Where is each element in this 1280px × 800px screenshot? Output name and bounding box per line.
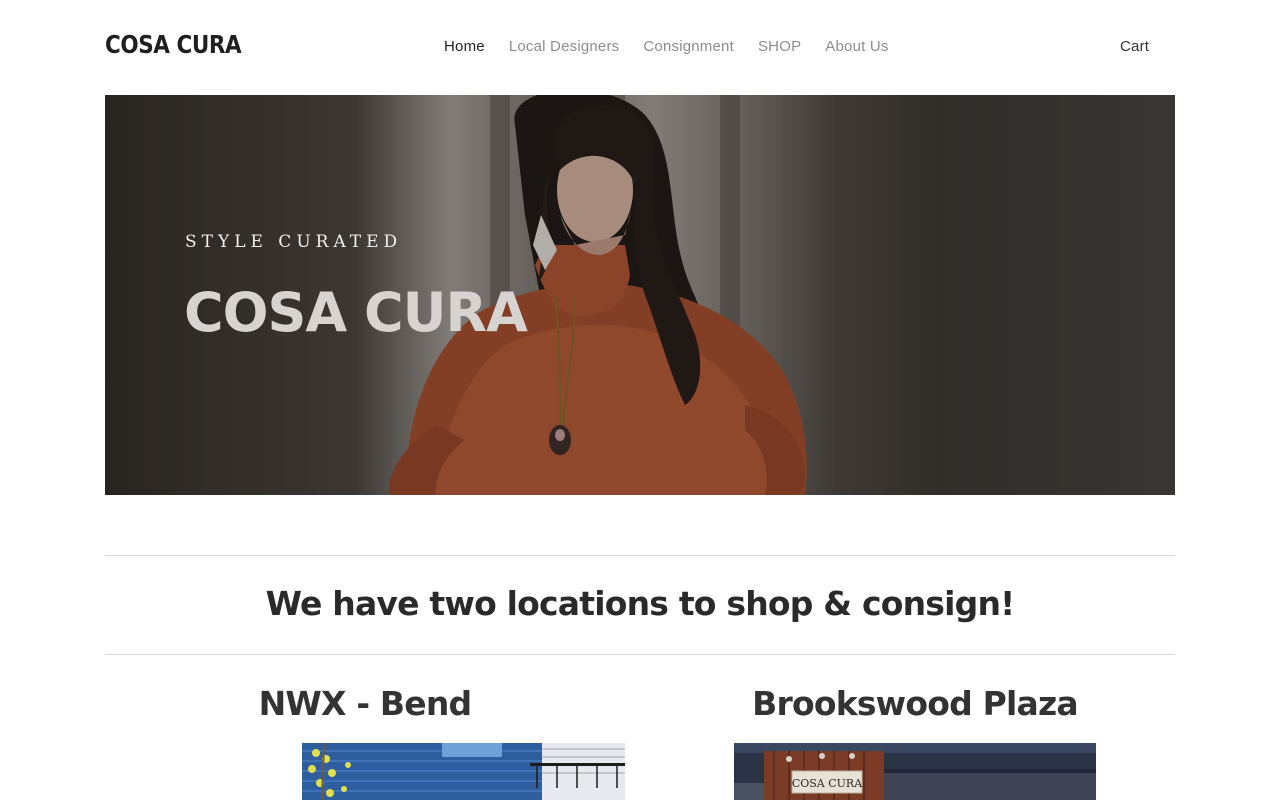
nav-item-local-designers[interactable]: Local Designers [509,38,620,55]
hero-banner: STYLE CURATED COSA CURA [105,95,1175,495]
hero-eyebrow: STYLE CURATED [185,232,403,252]
nav-item-consignment[interactable]: Consignment [643,38,734,55]
hero-title: COSA CURA [184,281,528,344]
page: COSA CURA Home Local Designers Consignme… [0,0,1280,800]
locations-heading: We have two locations to shop & consign! [265,584,1016,623]
location-title-brookswood: Brookswood Plaza [752,684,1079,723]
divider-top [105,555,1175,556]
main-nav: Home Local Designers Consignment SHOP Ab… [444,38,889,55]
location-title-bend: NWX - Bend [258,684,473,723]
brookswood-sign-text: COSA CURA [792,777,863,790]
location-image-bend[interactable] [302,743,625,800]
nav-item-shop[interactable]: SHOP [758,38,801,55]
cart-link[interactable]: Cart [1120,38,1149,55]
location-image-brookswood[interactable]: COSA CURA [734,743,1096,800]
nav-item-home[interactable]: Home [444,38,485,55]
bend-building-photo [302,743,625,800]
site-logo[interactable]: COSA CURA [105,30,242,59]
divider-bottom [105,654,1175,655]
nav-item-about-us[interactable]: About Us [825,38,888,55]
brookswood-storefront-photo: COSA CURA [734,743,1096,800]
